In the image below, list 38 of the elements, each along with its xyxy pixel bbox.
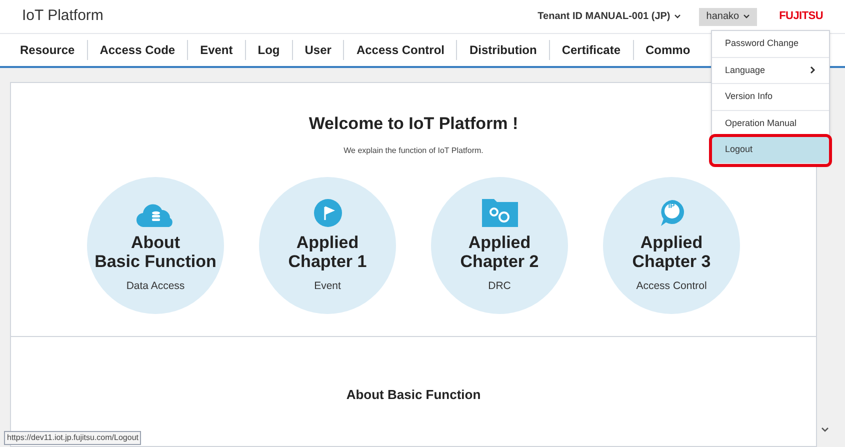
nav-tab[interactable]: Event	[188, 41, 245, 59]
chevron-down-icon	[674, 14, 682, 19]
nav-tab[interactable]: Certificate	[550, 41, 632, 59]
menu-item[interactable]: Password Change	[712, 31, 829, 58]
user-dropdown[interactable]: hanako	[699, 8, 758, 26]
chapter-title: Applied Chapter 1	[288, 232, 367, 270]
nav-tab[interactable]: User	[292, 41, 344, 59]
chapter-card[interactable]: Applied Chapter 1 Event	[259, 176, 396, 314]
cloud-database-icon	[136, 202, 176, 226]
welcome-subtitle: We explain the function of IoT Platform.	[344, 144, 484, 156]
chapter-subtitle: DRC	[488, 278, 511, 294]
folder-gears-icon	[482, 198, 518, 226]
chapter-card[interactable]: About Basic Function Data Access	[87, 176, 224, 314]
chapter-subtitle: Access Control	[636, 278, 707, 294]
nav-tab[interactable]: Resource	[8, 41, 87, 59]
app-title: IoT Platform	[22, 6, 104, 26]
welcome-heading: Welcome to IoT Platform !	[308, 113, 518, 135]
menu-item[interactable]: Language	[712, 58, 829, 84]
scroll-down-icon[interactable]	[821, 427, 829, 433]
chevron-down-icon	[743, 14, 750, 19]
status-url: https://dev11.iot.jp.fujitsu.com/Logout	[4, 431, 142, 445]
chapter-title: Applied Chapter 3	[632, 232, 711, 270]
nav-tab[interactable]: Access Code	[88, 41, 188, 59]
section-heading: About Basic Function	[346, 386, 481, 404]
nav-tab[interactable]: Log	[246, 41, 292, 59]
chapter-title: Applied Chapter 2	[460, 232, 539, 270]
chapter-subtitle: Event	[314, 278, 341, 294]
nav-tab[interactable]: Distribution	[457, 41, 549, 59]
chapter-subtitle: Data Access	[126, 278, 185, 294]
menu-item[interactable]: Version Info	[712, 84, 829, 110]
nav-tab[interactable]: Access Control	[344, 41, 456, 59]
tenant-dropdown[interactable]: Tenant ID MANUAL-001 (JP)	[538, 9, 682, 24]
flag-icon	[314, 198, 342, 226]
nav-tab[interactable]: Commo	[634, 41, 702, 59]
logo: FUJITSU	[779, 9, 823, 24]
location-pin-icon	[658, 198, 684, 226]
chapter-card[interactable]: Applied Chapter 2 DRC	[431, 176, 568, 314]
chapter-title: About Basic Function	[94, 232, 216, 270]
